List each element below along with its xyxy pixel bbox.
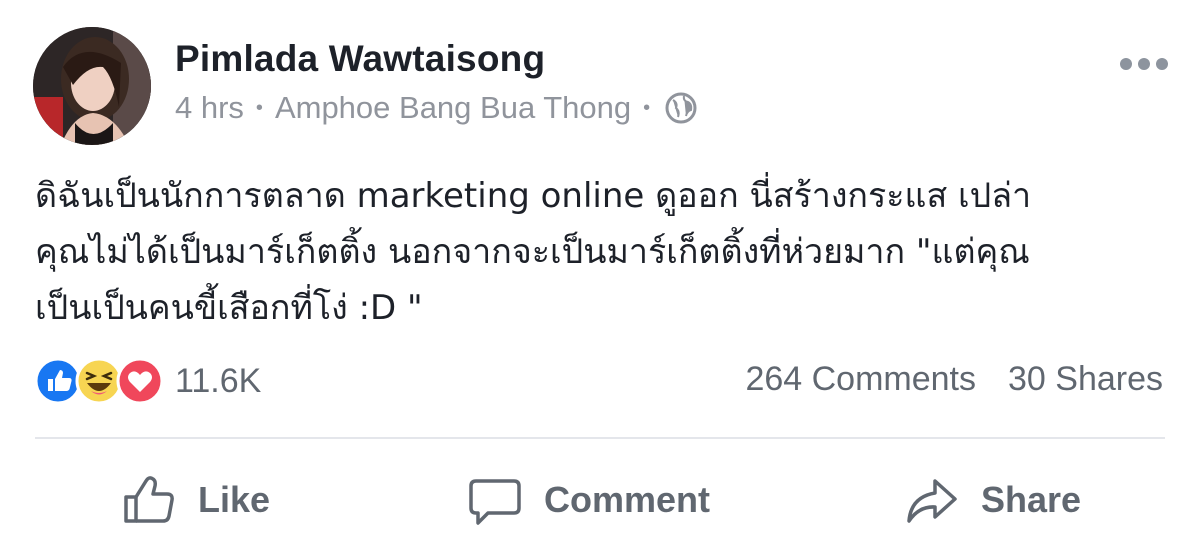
post-text-line: ดิฉันเป็นนักการตลาด marketing online ดูอ… [35, 176, 1032, 216]
post-text-line: คุณไม่ได้เป็นมาร์เก็ตติ้ง นอกจากจะเป็นมา… [35, 232, 1030, 272]
dot [1156, 58, 1168, 70]
reaction-count[interactable]: 11.6K [175, 362, 261, 401]
reactions-summary[interactable]: 11.6K [34, 357, 261, 405]
separator-dot: • [255, 96, 263, 119]
post-stats: 264 Comments 30 Shares [745, 360, 1163, 399]
post-text-line: เป็นเป็นคนขี้เสือกที่โง่ :D " [35, 288, 423, 328]
dot [1120, 58, 1132, 70]
post-location[interactable]: Amphoe Bang Bua Thong [275, 90, 631, 126]
post-time[interactable]: 4 hrs [175, 90, 244, 126]
share-label: Share [981, 479, 1082, 520]
more-options-icon[interactable] [1120, 52, 1168, 76]
share-arrow-icon [907, 479, 957, 523]
post-meta: 4 hrs • Amphoe Bang Bua Thong • [175, 90, 698, 126]
action-bar: Like Comment Share [0, 465, 1200, 535]
thumbs-up-icon [124, 476, 174, 523]
love-icon [116, 357, 164, 405]
like-button[interactable]: Like [122, 465, 270, 535]
comment-label: Comment [544, 479, 711, 520]
share-button[interactable]: Share [905, 465, 1081, 535]
author-name[interactable]: Pimlada Wawtaisong [175, 38, 545, 80]
post-text: ดิฉันเป็นนักการตลาด marketing online ดูอ… [35, 168, 1175, 336]
comment-icon [469, 479, 521, 525]
divider [35, 437, 1165, 439]
dot [1138, 58, 1150, 70]
separator-dot: • [643, 96, 651, 119]
comments-count[interactable]: 264 Comments [745, 360, 976, 399]
comment-button[interactable]: Comment [468, 465, 710, 535]
avatar-image [33, 27, 151, 145]
globe-icon[interactable] [664, 91, 698, 125]
like-label: Like [198, 479, 271, 520]
author-avatar[interactable] [33, 27, 151, 145]
shares-count[interactable]: 30 Shares [1008, 360, 1163, 399]
